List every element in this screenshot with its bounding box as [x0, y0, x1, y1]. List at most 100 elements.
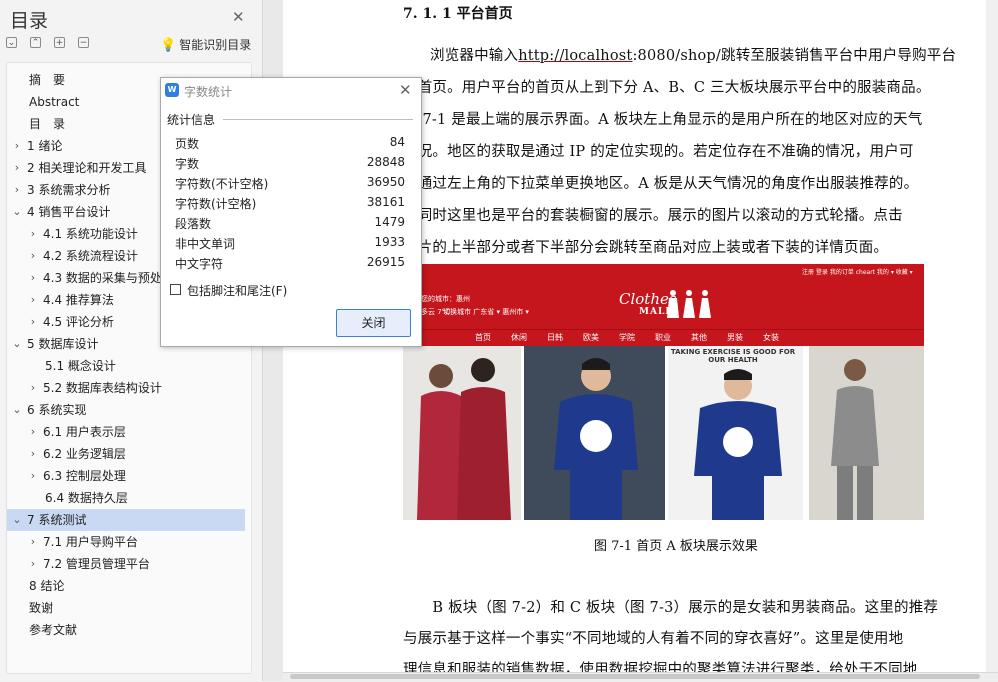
paragraph-line: 的首页。用户平台的首页从上到下分 A、B、C 三大板块展示平台中的服装商品。	[403, 80, 931, 96]
toc-item[interactable]: ⌄ 7 系统测试	[7, 509, 245, 531]
stat-key: 段落数	[175, 217, 212, 231]
close-icon[interactable]: ✕	[399, 81, 412, 99]
include-notes-label[interactable]: 包括脚注和尾注(F)	[187, 282, 287, 299]
chevron-right-icon[interactable]: ›	[12, 157, 22, 179]
remove-heading-icon[interactable]: −	[78, 37, 89, 48]
include-notes-checkbox[interactable]	[170, 284, 181, 295]
toc-item-label: 6 系统实现	[27, 403, 87, 417]
toc-item-label: 6.3 控制层处理	[43, 469, 126, 483]
chevron-right-icon[interactable]: ›	[28, 465, 38, 487]
toc-item-label: 4.3 数据的采集与预处	[43, 271, 162, 285]
photo-man-1	[524, 346, 665, 520]
toc-title: 目录	[10, 10, 49, 32]
site-nav-item: 男装	[727, 333, 743, 342]
man-photo-icon	[694, 369, 782, 520]
paragraph-line: 图 7-1 是最上端的展示界面。A 板块左上角显示的是用户所在的地区对应的天气	[403, 112, 923, 128]
photo-couple	[403, 346, 521, 520]
toc-item-label: 6.4 数据持久层	[45, 491, 128, 505]
site-nav-item: 其他	[691, 333, 707, 342]
man-photo-icon	[524, 346, 665, 520]
chevron-right-icon[interactable]: ›	[12, 179, 22, 201]
chevron-down-icon[interactable]: ⌄	[12, 399, 22, 421]
toc-item-label: 4.1 系统功能设计	[43, 227, 138, 241]
paragraph-line: B 板块（图 7-2）和 C 板块（图 7-3）展示的是女装和男装商品。这里的推…	[403, 600, 939, 616]
figure-homepage-a: 注册 登录 我的订单 cheart 我的 ▾ 收藏 ▾ 您的城市：惠州 多云 7…	[403, 264, 924, 520]
smart-recognize-button[interactable]: 💡 智能识别目录	[160, 36, 251, 53]
section-heading: 7. 1. 1 平台首页	[403, 6, 513, 22]
chevron-right-icon[interactable]: ›	[28, 377, 38, 399]
collapse-all-icon[interactable]: ⌄	[6, 37, 17, 48]
site-nav-item: 休闲	[511, 333, 527, 342]
toc-item[interactable]: › 5.2 数据库表结构设计	[7, 377, 245, 399]
stat-value: 28848	[366, 155, 405, 169]
toc-item-label: 6.2 业务逻辑层	[43, 447, 126, 461]
chevron-right-icon[interactable]: ›	[12, 135, 22, 157]
chevron-right-icon[interactable]: ›	[28, 553, 38, 575]
paragraph-line: 情况。地区的获取是通过 IP 的定位实现的。若定位存在不准确的情况，用户可	[403, 144, 914, 160]
stat-key: 非中文单词	[175, 237, 236, 251]
add-heading-icon[interactable]: +	[54, 37, 65, 48]
toc-item[interactable]: 参考文献	[7, 619, 245, 641]
logo-figures-icon	[667, 290, 711, 318]
photo-man-2: TAKING EXERCISE IS GOOD FOR OUR HEALTH	[668, 346, 803, 520]
chevron-right-icon[interactable]: ›	[28, 311, 38, 333]
site-nav: 首页 休闲 日韩 欧美 学院 职业 其他 男装 女装	[403, 329, 924, 346]
text-run: :8080/shop/跳转至服装销售平台中用户导购平台	[632, 48, 957, 64]
paragraph-line: 浏览器中输入http://localhost:8080/shop/跳转至服装销售…	[430, 44, 956, 65]
toc-item-label: 7.1 用户导购平台	[43, 535, 138, 549]
stat-row: 字数 28848	[175, 155, 405, 175]
chevron-right-icon[interactable]: ›	[28, 267, 38, 289]
woman-photo-icon	[831, 359, 879, 520]
paragraph-line: 以通过左上角的下拉菜单更换地区。A 板是从天气情况的角度作出服装推荐的。	[403, 176, 919, 192]
chevron-right-icon[interactable]: ›	[28, 245, 38, 267]
site-nav-item: 学院	[619, 333, 635, 342]
toc-item-label: 4.4 推荐算法	[43, 293, 114, 307]
toc-item[interactable]: › 7.1 用户导购平台	[7, 531, 245, 553]
chevron-right-icon[interactable]: ›	[28, 289, 38, 311]
toc-item[interactable]: › 6.3 控制层处理	[7, 465, 245, 487]
text-run: 浏览器中输入	[430, 48, 519, 64]
toc-item[interactable]: 6.4 数据持久层	[7, 487, 245, 509]
vertical-scrollbar[interactable]	[986, 0, 998, 675]
chevron-right-icon[interactable]: ›	[28, 531, 38, 553]
chevron-down-icon[interactable]: ⌄	[12, 509, 22, 531]
stat-key: 字数	[175, 157, 200, 171]
chevron-down-icon[interactable]: ⌄	[12, 333, 22, 355]
close-button[interactable]: 关闭	[336, 309, 411, 337]
site-nav-item: 女装	[763, 333, 779, 342]
toc-item-label: 8 结论	[29, 579, 65, 593]
stat-value: 38161	[366, 195, 405, 209]
stat-key: 字符数(不计空格)	[175, 177, 269, 191]
toc-item[interactable]: › 6.2 业务逻辑层	[7, 443, 245, 465]
stat-value: 36950	[366, 175, 405, 189]
stat-row: 非中文单词 1933	[175, 235, 405, 255]
toc-item-label: 7.2 管理员管理平台	[43, 557, 150, 571]
toc-item-label: 5 数据库设计	[27, 337, 99, 351]
toc-item[interactable]: 致谢	[7, 597, 245, 619]
toc-item-label: 1 绪论	[27, 139, 63, 153]
chevron-down-icon[interactable]: ⌄	[12, 201, 22, 223]
chevron-right-icon[interactable]: ›	[28, 223, 38, 245]
toc-item-label: 5.2 数据库表结构设计	[43, 381, 162, 395]
toc-item[interactable]: › 6.1 用户表示层	[7, 421, 245, 443]
toc-item-label: 4.2 系统流程设计	[43, 249, 138, 263]
url-text[interactable]: http://localhost	[518, 48, 632, 64]
toc-item-label: 5.1 概念设计	[45, 359, 116, 373]
stat-row: 段落数 1479	[175, 215, 405, 235]
stat-row: 页数 84	[175, 135, 405, 155]
toc-item-label: 4.5 评论分析	[43, 315, 114, 329]
close-icon[interactable]: ✕	[232, 8, 245, 26]
city-switch: 切换城市 广东省 ▾ 惠州市 ▾	[443, 308, 529, 316]
toc-item-label: 2 相关理论和开发工具	[27, 161, 147, 175]
toc-item[interactable]: 5.1 概念设计	[7, 355, 245, 377]
chevron-right-icon[interactable]: ›	[28, 443, 38, 465]
horizontal-scroll-thumb[interactable]	[290, 674, 980, 679]
expand-up-icon[interactable]: ⌃	[30, 37, 41, 48]
chevron-right-icon[interactable]: ›	[28, 421, 38, 443]
toc-item[interactable]: › 7.2 管理员管理平台	[7, 553, 245, 575]
toc-item[interactable]: ⌄ 6 系统实现	[7, 399, 245, 421]
stat-key: 中文字符	[175, 257, 224, 271]
toc-item[interactable]: 8 结论	[7, 575, 245, 597]
city-text: 您的城市：惠州	[421, 295, 470, 303]
paragraph-line: 图片的上半部分或者下半部分会跳转至商品对应上装或者下装的详情页面。	[403, 240, 889, 256]
